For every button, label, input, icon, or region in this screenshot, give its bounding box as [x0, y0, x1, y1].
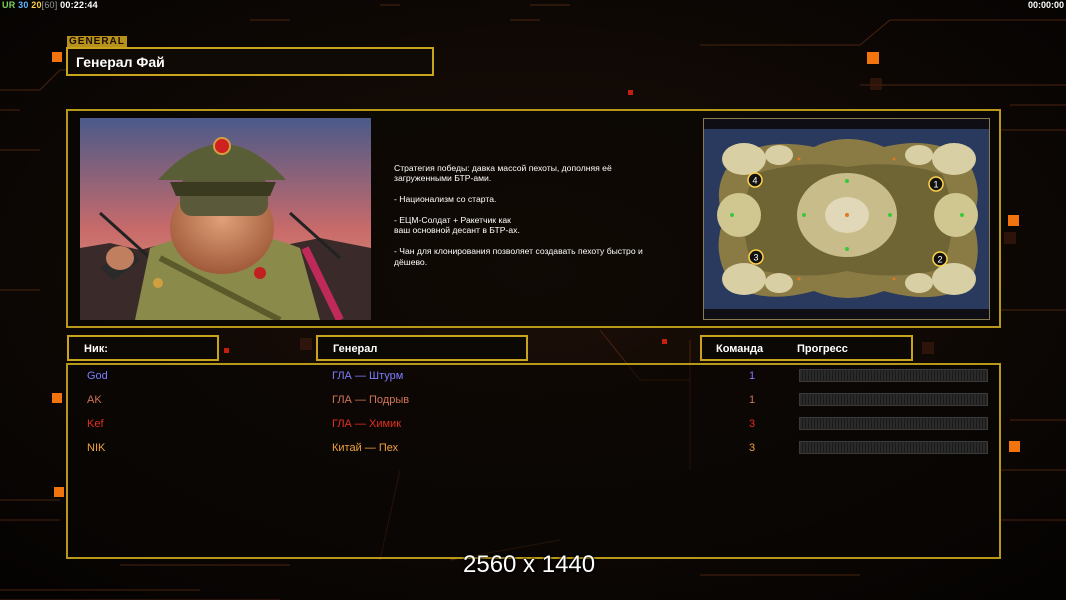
hud-stat-a: 30 — [18, 0, 29, 10]
hud-clock: 00:00:00 — [1027, 0, 1064, 10]
page-title: Генерал Фай — [76, 54, 165, 70]
column-header-nick-label: Ник: — [84, 343, 108, 355]
general-tag: GENERAL — [67, 36, 127, 47]
hud-stats: UR 30 20[60] 00:22:44 — [2, 0, 98, 10]
hud-elapsed-time: 00:22:44 — [60, 0, 98, 10]
player-nick: Kef — [87, 418, 104, 430]
strategy-paragraph: - Чан для клонирования позволяет создава… — [394, 246, 643, 267]
start-position-3: 3 — [753, 253, 758, 263]
player-team: 1 — [748, 394, 756, 406]
column-header-team-label: Команда — [716, 343, 764, 355]
strategy-description: Стратегия победы: давка массой пехоты, д… — [394, 163, 694, 277]
general-portrait — [80, 118, 371, 320]
player-general: ГЛА — Штурм — [332, 370, 404, 382]
start-position-2: 2 — [937, 255, 942, 265]
title-box: Генерал Фай — [66, 47, 434, 76]
player-progress-bar — [799, 441, 988, 454]
player-row: AK ГЛА — Подрыв 1 — [68, 391, 1003, 409]
player-team: 1 — [748, 370, 756, 382]
player-progress-bar — [799, 417, 988, 430]
player-nick: NIK — [87, 442, 106, 454]
player-general: ГЛА — Химик — [332, 418, 402, 430]
hud-ur-label: UR — [2, 0, 16, 10]
player-general: Китай — Пех — [332, 442, 399, 454]
column-header-nick[interactable]: Ник: — [67, 335, 219, 361]
resolution-watermark: 2560 x 1440 — [463, 551, 596, 578]
player-team: 3 — [748, 442, 756, 454]
player-nick: AK — [87, 394, 102, 406]
players-panel: God ГЛА — Штурм 1 AK ГЛА — Подрыв 1 Kef … — [66, 363, 1001, 559]
map-preview: 4 1 3 2 — [703, 118, 990, 320]
player-team: 3 — [748, 418, 756, 430]
column-header-progress-label: Прогресс — [797, 343, 848, 355]
player-progress-bar — [799, 393, 988, 406]
start-position-1: 1 — [933, 180, 938, 190]
player-row: NIK Китай — Пех 3 — [68, 439, 1003, 457]
strategy-paragraph: Стратегия победы: давка массой пехоты, д… — [394, 163, 612, 184]
column-header-team-progress[interactable]: Команда Прогресс — [700, 335, 913, 361]
column-header-general[interactable]: Генерал — [316, 335, 528, 361]
strategy-paragraph: - Национализм со старта. — [394, 194, 497, 205]
player-general: ГЛА — Подрыв — [332, 394, 410, 406]
player-row: Kef ГЛА — Химик 3 — [68, 415, 1003, 433]
player-progress-bar — [799, 369, 988, 382]
column-header-general-label: Генерал — [333, 343, 378, 355]
player-nick: God — [87, 370, 108, 382]
hud-stat-b: 20 — [31, 0, 42, 10]
strategy-paragraph: - ЕЦМ-Солдат + Ракетчик как ваш основной… — [394, 215, 520, 236]
start-position-4: 4 — [752, 176, 757, 186]
hud-fps: [60] — [41, 0, 58, 10]
player-row: God ГЛА — Штурм 1 — [68, 367, 1003, 385]
